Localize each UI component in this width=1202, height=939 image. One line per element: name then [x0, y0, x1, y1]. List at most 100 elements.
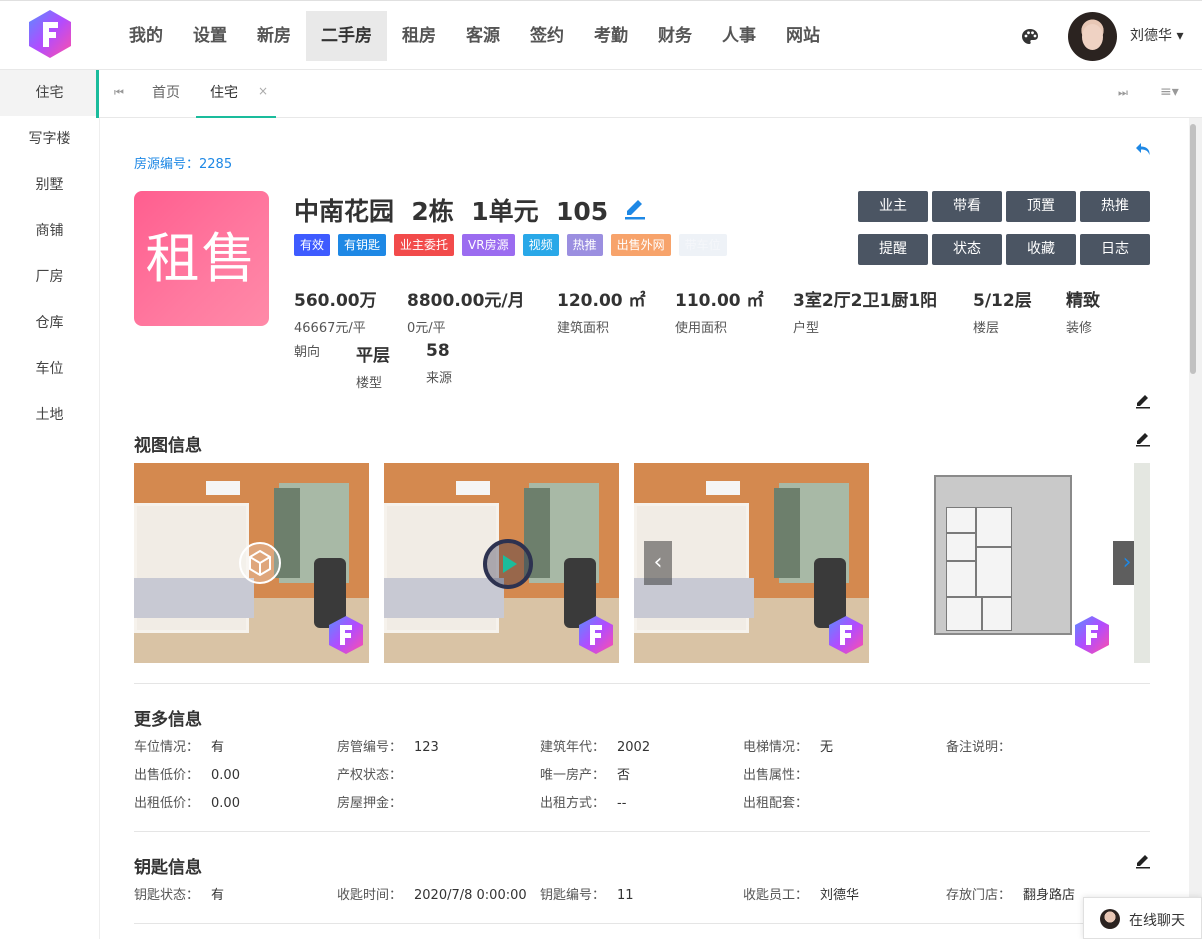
play-icon[interactable]: [482, 538, 534, 590]
info-label: 出租方式：: [540, 796, 606, 811]
tag-badge: 热推: [566, 234, 603, 256]
logo-icon: [829, 616, 863, 654]
info-label: 出售低价：: [134, 768, 200, 783]
close-icon[interactable]: ×: [258, 84, 268, 98]
info-label: 车位情况：: [134, 740, 200, 755]
nav-item-2[interactable]: 新房: [242, 11, 306, 61]
photo-floorplan[interactable]: [884, 463, 1119, 663]
stat-build-area: 120.00 ㎡建筑面积: [557, 291, 646, 336]
sidebar-item-5[interactable]: 仓库: [0, 300, 99, 346]
logo-icon: [1075, 616, 1109, 654]
info-value: 否: [617, 768, 631, 783]
info-cell: 唯一房产： 否: [540, 764, 630, 783]
edit-icon[interactable]: [622, 194, 648, 220]
tab-home[interactable]: 首页: [152, 70, 180, 118]
action-button-2[interactable]: 顶置: [1006, 191, 1076, 222]
nav-item-4[interactable]: 租房: [387, 11, 451, 61]
chevron-left-icon[interactable]: ‹: [644, 541, 672, 585]
sidebar-item-1[interactable]: 写字楼: [0, 116, 99, 162]
edit-icon[interactable]: [1134, 429, 1152, 447]
info-value: --: [617, 796, 627, 811]
info-cell: 存放门店： 翻身路店: [946, 884, 1075, 903]
info-label: 建筑年代：: [540, 740, 606, 755]
logo-icon: [329, 616, 363, 654]
action-button-0[interactable]: 业主: [858, 191, 928, 222]
info-cell: 电梯情况： 无: [743, 736, 833, 755]
tag-badge: 带车位: [678, 234, 727, 256]
sidebar-item-2[interactable]: 别墅: [0, 162, 99, 208]
action-button-7[interactable]: 日志: [1080, 234, 1150, 265]
logo-icon[interactable]: [28, 9, 72, 59]
info-label: 出租低价：: [134, 796, 200, 811]
action-button-3[interactable]: 热推: [1080, 191, 1150, 222]
info-label: 收匙员工：: [743, 888, 809, 903]
vr-icon[interactable]: [238, 541, 282, 585]
info-cell: 出租方式： --: [540, 792, 626, 811]
info-cell: 钥匙状态： 有: [134, 884, 224, 903]
stat-building-type: 平层 楼型: [356, 346, 390, 391]
house-id: 房源编号：2285: [134, 157, 233, 172]
info-label: 钥匙编号：: [540, 888, 606, 903]
page-title: 中南花园 2栋 1单元 105: [294, 197, 609, 226]
info-value: 11: [617, 888, 634, 903]
nav-item-10[interactable]: 网站: [771, 11, 835, 61]
nav-item-9[interactable]: 人事: [707, 11, 771, 61]
info-cell: 房管编号： 123: [337, 736, 439, 755]
stat-source: 58 来源: [426, 341, 453, 386]
edit-icon[interactable]: [1134, 391, 1152, 409]
edit-icon[interactable]: [1134, 851, 1152, 869]
info-value: 0.00: [211, 768, 240, 783]
action-button-6[interactable]: 收藏: [1006, 234, 1076, 265]
photo-video[interactable]: [384, 463, 619, 663]
nav-item-6[interactable]: 签约: [515, 11, 579, 61]
tab-menu-icon[interactable]: ≡▾: [1160, 84, 1179, 100]
logo-icon: [579, 616, 613, 654]
sidebar-item-6[interactable]: 车位: [0, 346, 99, 392]
sidebar-item-7[interactable]: 土地: [0, 392, 99, 438]
online-chat-button[interactable]: 在线聊天: [1083, 897, 1202, 939]
sidebar-item-4[interactable]: 厂房: [0, 254, 99, 300]
photo-next[interactable]: [1134, 463, 1150, 663]
info-cell: 收匙时间： 2020/7/8 0:00:00: [337, 884, 527, 903]
sidebar-item-0[interactable]: 住宅: [0, 70, 99, 116]
info-label: 唯一房产：: [540, 768, 606, 783]
photo-vr[interactable]: [134, 463, 369, 663]
stat-use-area: 110.00 ㎡使用面积: [675, 291, 764, 336]
stat-rent: 8800.00元/月 0元/平: [407, 291, 525, 336]
tag-badge: 有效: [294, 234, 331, 256]
info-label: 出售属性：: [743, 768, 809, 783]
info-label: 房管编号：: [337, 740, 403, 755]
tab-last-icon[interactable]: ⏭: [1118, 86, 1128, 100]
nav-item-3[interactable]: 二手房: [306, 11, 387, 61]
nav-item-5[interactable]: 客源: [451, 11, 515, 61]
divider: [134, 831, 1150, 832]
scrollbar-thumb[interactable]: [1190, 124, 1196, 374]
action-button-5[interactable]: 状态: [932, 234, 1002, 265]
user-menu[interactable]: 刘德华 ▾: [1130, 25, 1183, 45]
nav-item-0[interactable]: 我的: [114, 11, 178, 61]
gallery-title: 视图信息: [134, 436, 202, 456]
action-button-4[interactable]: 提醒: [858, 234, 928, 265]
stat-decoration: 精致 装修: [1066, 291, 1100, 336]
info-cell: 建筑年代： 2002: [540, 736, 650, 755]
info-label: 钥匙状态：: [134, 888, 200, 903]
main-menu: 我的 设置 新房 二手房 租房 客源 签约 考勤 财务 人事 网站: [114, 11, 835, 61]
info-cell: 产权状态：: [337, 764, 414, 783]
undo-icon[interactable]: [1134, 140, 1154, 160]
nav-item-1[interactable]: 设置: [178, 11, 242, 61]
info-value: 翻身路店: [1023, 888, 1076, 903]
info-cell: 备注说明：: [946, 736, 1023, 755]
avatar[interactable]: [1068, 12, 1117, 61]
stat-price: 560.00万 46667元/平: [294, 291, 377, 336]
nav-item-8[interactable]: 财务: [643, 11, 707, 61]
tab-first-icon[interactable]: ⏮: [114, 86, 124, 100]
nav-item-7[interactable]: 考勤: [579, 11, 643, 61]
info-cell: 出售属性：: [743, 764, 820, 783]
tab-accent: [96, 70, 99, 118]
palette-icon[interactable]: [1020, 27, 1040, 47]
action-button-1[interactable]: 带看: [932, 191, 1002, 222]
info-value: 2020/7/8 0:00:00: [414, 888, 527, 903]
info-cell: 出租低价： 0.00: [134, 792, 240, 811]
sidebar-item-3[interactable]: 商铺: [0, 208, 99, 254]
info-label: 电梯情况：: [743, 740, 809, 755]
